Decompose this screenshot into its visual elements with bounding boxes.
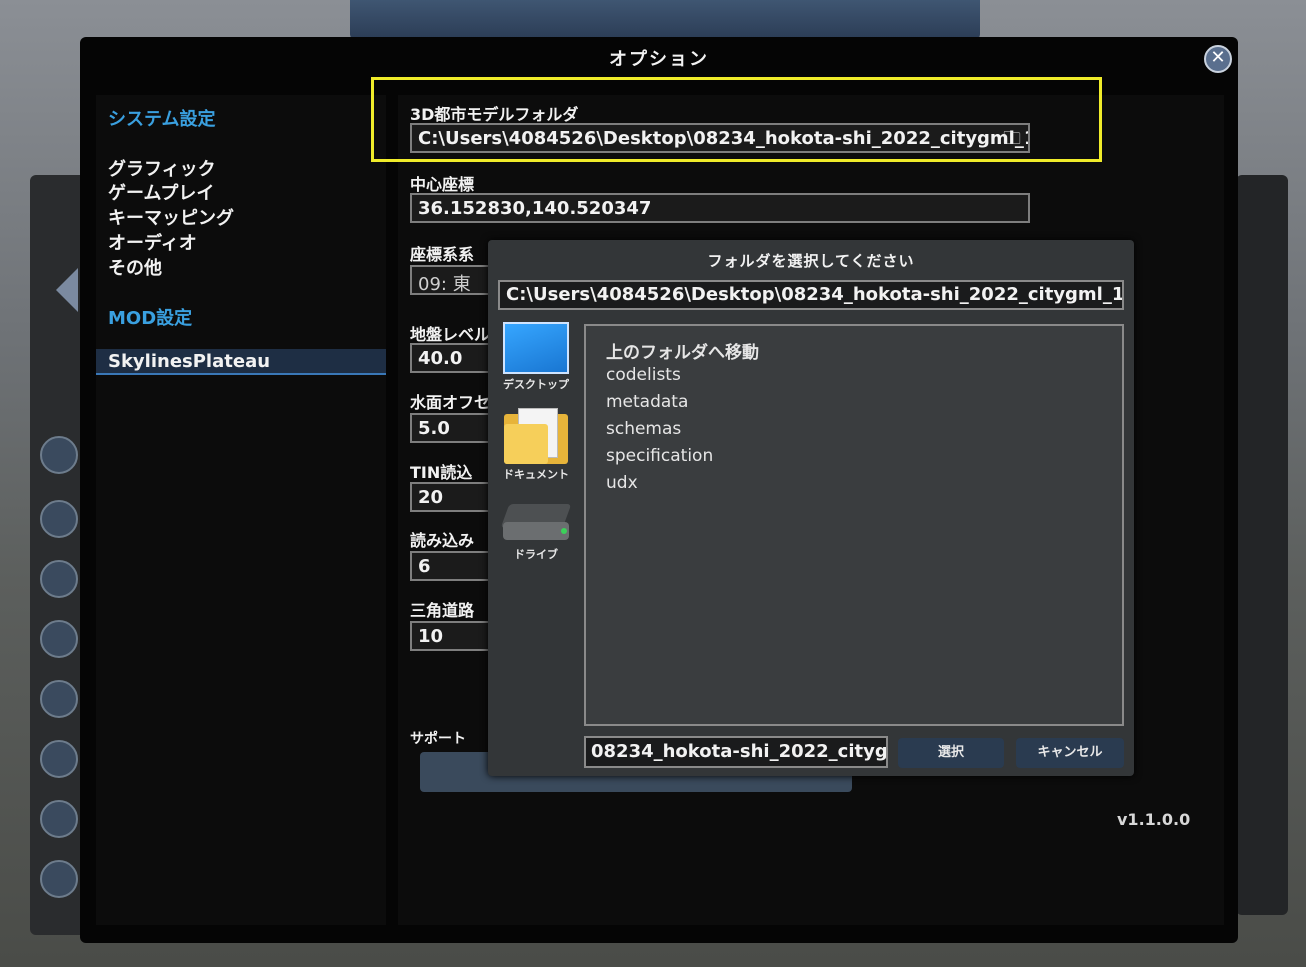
center-coord-input[interactable]: 36.152830,140.520347 bbox=[410, 193, 1030, 223]
background-tool-icon bbox=[40, 740, 78, 778]
background-tool-icon bbox=[40, 500, 78, 538]
place-label: ドライブ bbox=[514, 548, 558, 561]
read-range-input[interactable]: 6 bbox=[410, 551, 490, 581]
window-title: オプション bbox=[609, 49, 709, 70]
sidebar-item-label: SkylinesPlateau bbox=[108, 351, 271, 372]
list-item[interactable]: specification bbox=[606, 446, 713, 466]
select-button[interactable]: 選択 bbox=[898, 738, 1004, 768]
places-panel: デスクトップ ドキュメント ドライブ bbox=[496, 320, 576, 760]
sidebar-heading-system: システム設定 bbox=[108, 109, 216, 130]
sidebar-item-misc[interactable]: その他 bbox=[108, 254, 162, 280]
drive-icon bbox=[500, 500, 572, 544]
cancel-button[interactable]: キャンセル bbox=[1016, 738, 1124, 768]
close-icon[interactable]: ✕ bbox=[1204, 45, 1232, 73]
place-drive[interactable]: ドライブ bbox=[496, 500, 576, 562]
tin-load-label: TIN読込 bbox=[410, 463, 473, 482]
support-label: サポート bbox=[410, 731, 466, 747]
background-tool-icon bbox=[40, 680, 78, 718]
background-arrow-icon bbox=[56, 268, 78, 312]
sidebar-heading-mod: MOD設定 bbox=[108, 308, 193, 329]
dialog-title: フォルダを選択してください bbox=[707, 252, 915, 270]
water-offset-label: 水面オフセ bbox=[410, 393, 490, 412]
place-desktop[interactable]: デスクトップ bbox=[496, 322, 576, 392]
desktop-icon bbox=[503, 322, 569, 374]
water-offset-input[interactable]: 5.0 bbox=[410, 413, 490, 443]
sidebar-item-skylinesplateau[interactable]: SkylinesPlateau bbox=[96, 349, 386, 375]
dialog-path-input[interactable]: C:\Users\4084526\Desktop\08234_hokota-sh… bbox=[498, 280, 1124, 310]
highlight-annotation bbox=[371, 77, 1102, 162]
background-tool-icon bbox=[40, 800, 78, 838]
version-label: v1.1.0.0 bbox=[1117, 810, 1191, 829]
folder-list: 上のフォルダへ移動 codelists metadata schemas spe… bbox=[584, 324, 1124, 726]
center-coord-label: 中心座標 bbox=[410, 175, 475, 194]
documents-folder-icon bbox=[504, 408, 568, 464]
folder-select-dialog: フォルダを選択してください C:\Users\4084526\Desktop\0… bbox=[488, 240, 1134, 776]
sidebar-item-audio[interactable]: オーディオ bbox=[108, 229, 197, 255]
list-item-parent-folder[interactable]: 上のフォルダへ移動 bbox=[606, 338, 759, 363]
triangle-road-label: 三角道路 bbox=[410, 601, 475, 620]
sidebar-item-keymapping[interactable]: キーマッピング bbox=[108, 204, 234, 230]
background-tool-icon bbox=[40, 860, 78, 898]
ground-level-input[interactable]: 40.0 bbox=[410, 343, 490, 373]
coord-system-select[interactable]: 09: 東 bbox=[410, 265, 490, 295]
place-documents[interactable]: ドキュメント bbox=[496, 408, 576, 482]
background-tool-icon bbox=[40, 620, 78, 658]
read-range-label: 読み込み bbox=[410, 531, 475, 550]
list-item[interactable]: schemas bbox=[606, 419, 681, 439]
list-item[interactable]: udx bbox=[606, 473, 638, 493]
coord-system-label: 座標系系 bbox=[410, 245, 475, 264]
list-item[interactable]: metadata bbox=[606, 392, 688, 412]
triangle-road-input[interactable]: 10 bbox=[410, 621, 490, 651]
background-building bbox=[350, 0, 980, 40]
background-toolbar-right bbox=[1236, 175, 1288, 915]
background-tool-icon bbox=[40, 436, 78, 474]
tin-load-input[interactable]: 20 bbox=[410, 482, 490, 512]
place-label: ドキュメント bbox=[503, 468, 569, 481]
options-sidebar: システム設定 グラフィック ゲームプレイ キーマッピング オーディオ その他 M… bbox=[96, 95, 386, 925]
place-label: デスクトップ bbox=[503, 378, 569, 391]
background-tool-icon bbox=[40, 560, 78, 598]
folder-name-input[interactable]: 08234_hokota-shi_2022_citygml_1 bbox=[584, 736, 888, 768]
sidebar-item-graphics[interactable]: グラフィック bbox=[108, 155, 216, 181]
ground-level-label: 地盤レベル bbox=[410, 325, 490, 344]
sidebar-item-gameplay[interactable]: ゲームプレイ bbox=[108, 179, 214, 205]
list-item[interactable]: codelists bbox=[606, 365, 681, 385]
